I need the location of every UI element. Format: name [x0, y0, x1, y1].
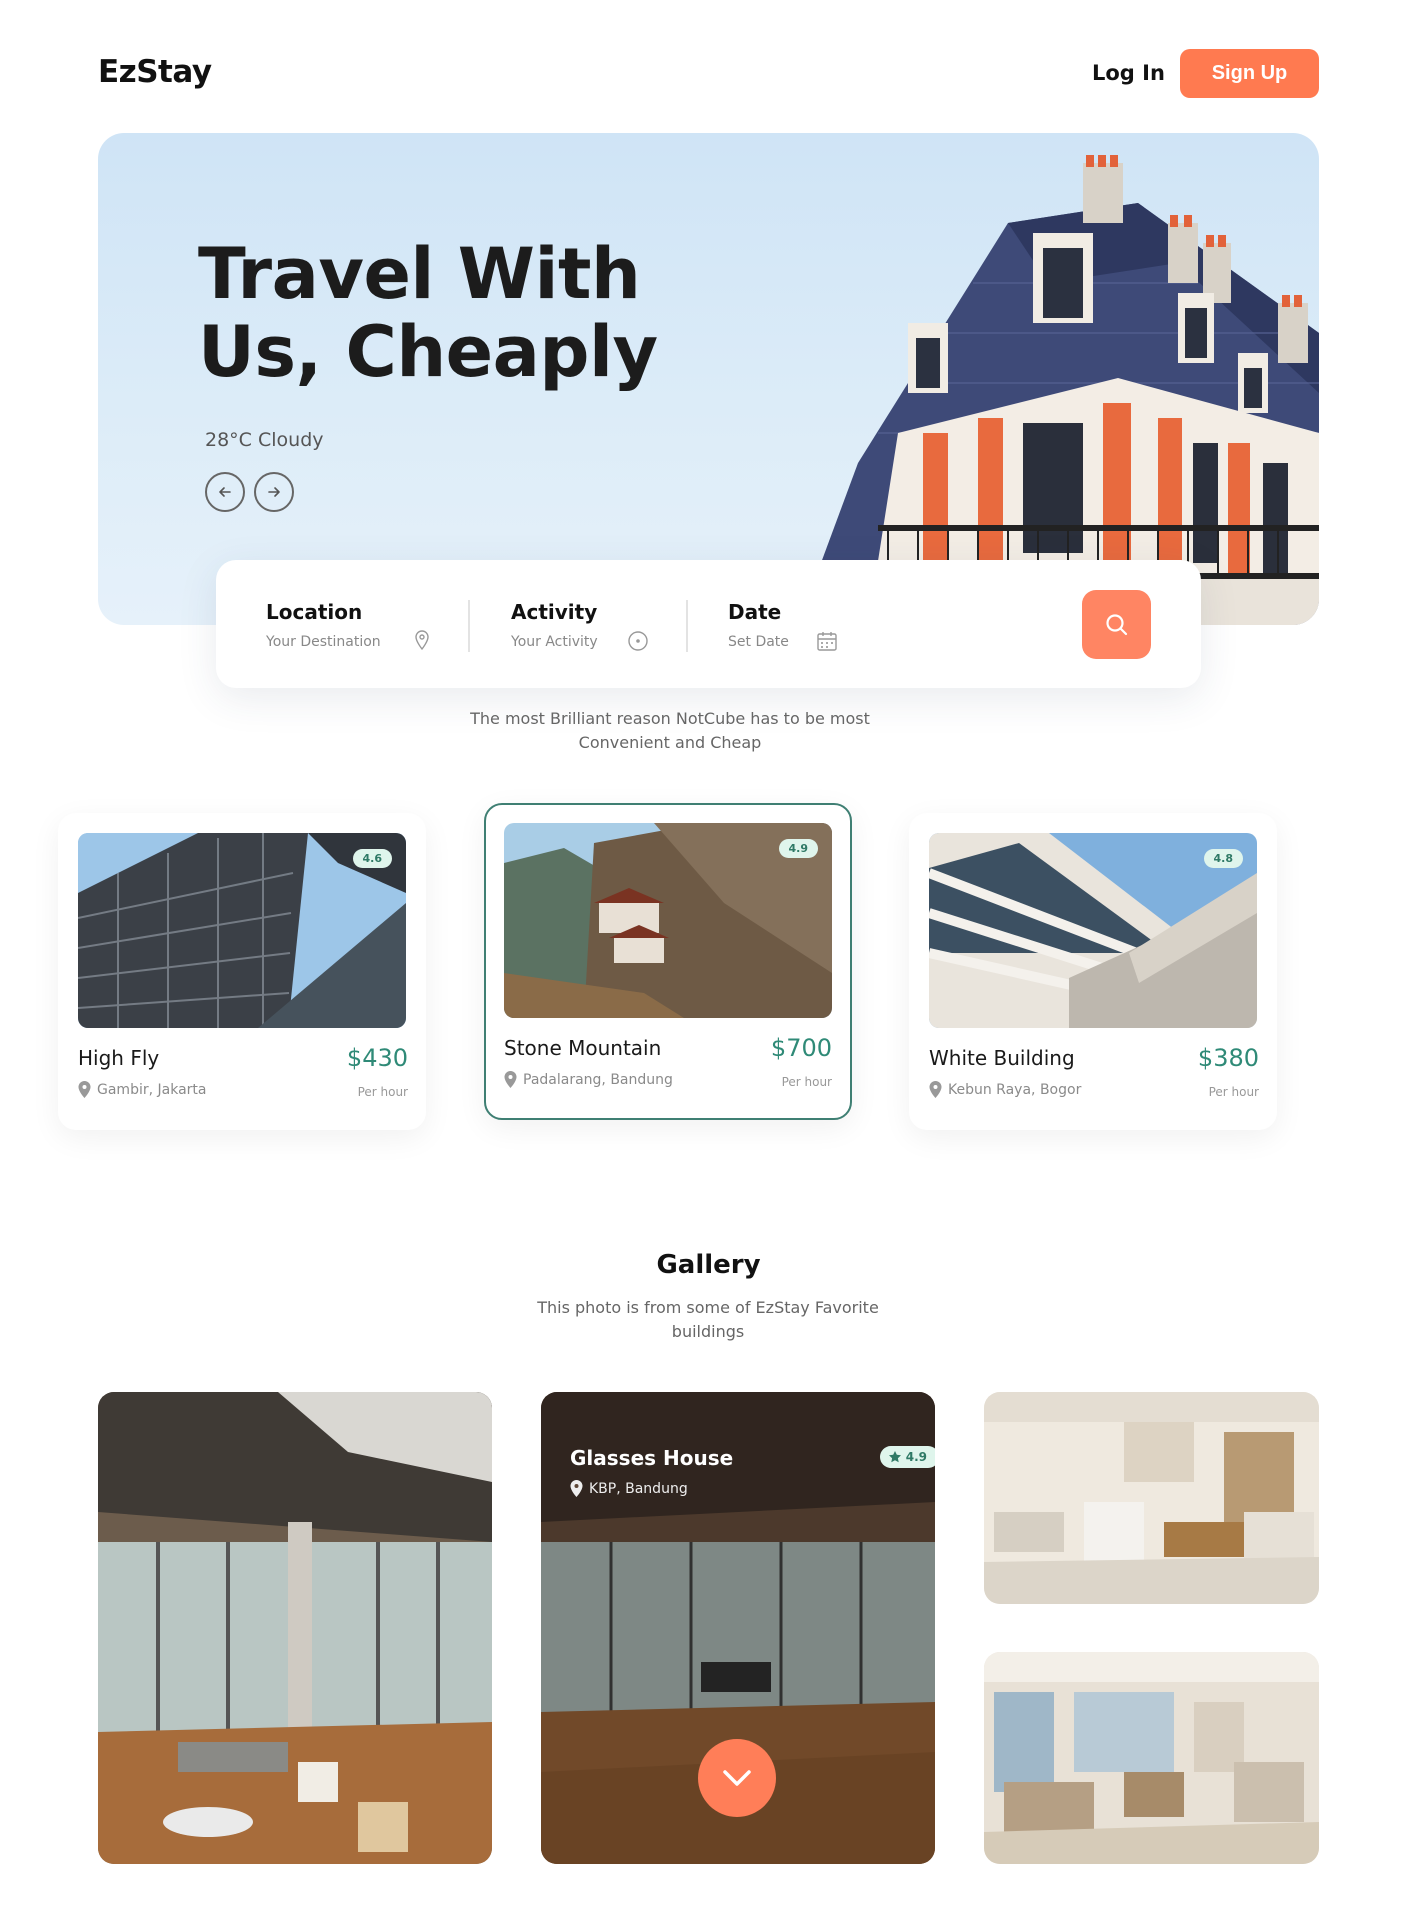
place-image: 4.6	[78, 833, 406, 1028]
place-location: Padalarang, Bandung	[504, 1071, 673, 1088]
date-hint: Set Date	[728, 634, 789, 650]
place-card[interactable]: 4.6 High Fly $430 Gambir, Jakarta Per ho…	[58, 813, 426, 1130]
place-name: Stone Mountain	[504, 1036, 662, 1060]
hero-next-button[interactable]	[254, 472, 294, 512]
scroll-down-button[interactable]	[698, 1739, 776, 1817]
arrow-right-icon	[268, 487, 280, 497]
place-price: $700	[770, 1034, 832, 1062]
gallery-photo[interactable]	[984, 1652, 1319, 1864]
map-pin-icon	[570, 1480, 583, 1497]
calendar-icon	[817, 632, 837, 651]
location-label: Location	[266, 600, 363, 624]
compass-icon	[628, 631, 648, 651]
rating-badge: 4.8	[1203, 849, 1243, 868]
login-link[interactable]: Log In	[1092, 61, 1165, 85]
place-price: $380	[1197, 1044, 1259, 1072]
field-divider	[468, 600, 470, 652]
place-name: High Fly	[78, 1046, 160, 1070]
date-label: Date	[728, 600, 782, 624]
signup-button[interactable]: Sign Up	[1180, 49, 1319, 98]
rating-badge: 4.9	[879, 1446, 935, 1468]
per-hour-label: Per hour	[781, 1075, 832, 1089]
place-location: Gambir, Jakarta	[78, 1081, 206, 1098]
activity-label: Activity	[511, 600, 598, 624]
weather-status: 28°C Cloudy	[205, 429, 324, 451]
activity-hint: Your Activity	[511, 634, 598, 650]
featured-location-text: KBP, Bandung	[589, 1480, 688, 1497]
place-price: $430	[346, 1044, 408, 1072]
place-image: 4.8	[929, 833, 1257, 1028]
gallery-subtitle: This photo is from some of EzStay Favori…	[537, 1298, 879, 1341]
hero-banner: Travel With Us, Cheaply 28°C Cloudy	[98, 133, 1319, 625]
activity-field[interactable]: Activity Your Activity	[511, 600, 681, 651]
per-hour-label: Per hour	[357, 1085, 408, 1099]
map-pin-icon	[929, 1081, 942, 1098]
map-pin-icon	[415, 630, 429, 650]
map-pin-icon	[78, 1081, 91, 1098]
rating-badge: 4.6	[352, 849, 392, 868]
featured-title: Glasses House	[570, 1446, 734, 1470]
chevron-down-icon	[723, 1770, 751, 1786]
field-divider	[686, 600, 688, 652]
arrow-left-icon	[219, 487, 231, 497]
place-card-selected[interactable]: 4.9 Stone Mountain $700 Padalarang, Band…	[484, 803, 852, 1120]
map-pin-icon	[504, 1071, 517, 1088]
gallery-photo[interactable]	[98, 1392, 492, 1864]
place-location-text: Kebun Raya, Bogor	[948, 1081, 1082, 1098]
place-location-text: Gambir, Jakarta	[97, 1081, 207, 1098]
search-bar: Location Your Destination Activity Your …	[216, 560, 1201, 688]
search-button[interactable]	[1082, 590, 1151, 659]
featured-location: KBP, Bandung	[570, 1480, 688, 1497]
location-field[interactable]: Location Your Destination	[266, 600, 446, 650]
search-icon	[1105, 613, 1127, 635]
per-hour-label: Per hour	[1208, 1085, 1259, 1099]
place-location-text: Padalarang, Bandung	[523, 1071, 673, 1088]
rating-value: 4.9	[905, 1450, 927, 1464]
hero-title: Travel With Us, Cheaply	[198, 233, 658, 393]
rating-badge: 4.9	[778, 839, 818, 858]
star-icon	[888, 1451, 901, 1463]
place-name: White Building	[929, 1046, 1075, 1070]
gallery-title: Gallery	[656, 1250, 761, 1280]
reasons-subtitle: The most Brilliant reason NotCube has to…	[470, 709, 870, 752]
gallery-photo-featured[interactable]: Glasses House KBP, Bandung 4.9	[541, 1392, 935, 1864]
place-card[interactable]: 4.8 White Building $380 Kebun Raya, Bogo…	[909, 813, 1277, 1130]
date-field[interactable]: Date Set Date	[728, 600, 868, 651]
logo[interactable]: EzStay	[98, 54, 212, 90]
hero-prev-button[interactable]	[205, 472, 245, 512]
place-location: Kebun Raya, Bogor	[929, 1081, 1081, 1098]
gallery-photo[interactable]	[984, 1392, 1319, 1604]
place-image: 4.9	[504, 823, 832, 1018]
